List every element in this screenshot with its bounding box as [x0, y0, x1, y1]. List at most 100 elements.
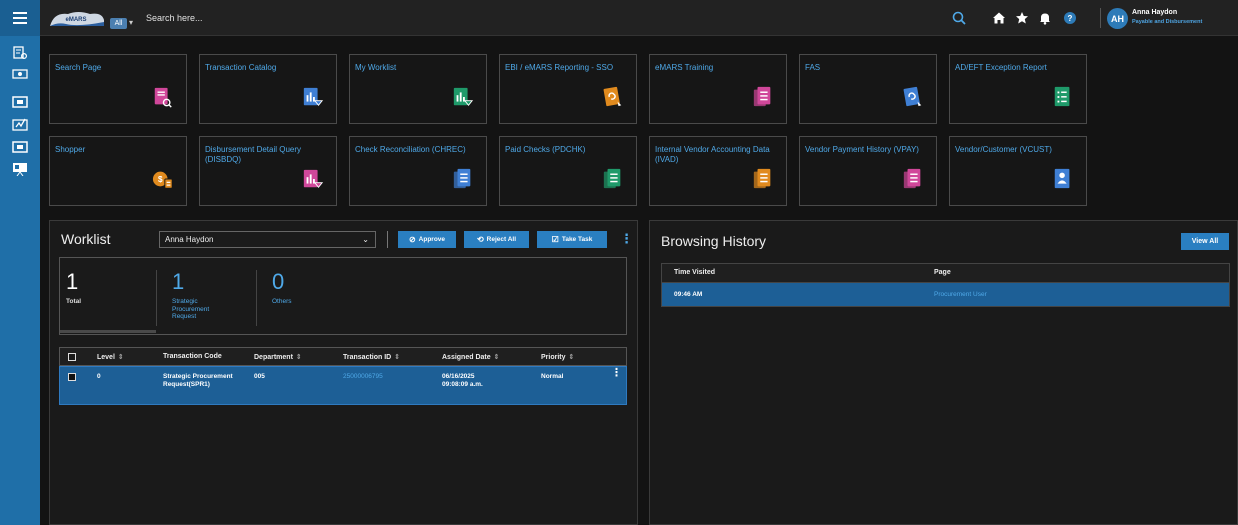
approve-button[interactable]: ⊘ Approve	[398, 231, 456, 248]
cell-time-visited: 09:46 AM	[674, 291, 703, 298]
favorites-star-icon[interactable]	[1015, 11, 1029, 25]
search-scope-dropdown[interactable]: All ▾	[110, 12, 142, 29]
tile-emars-training[interactable]: eMARS Training	[649, 54, 787, 124]
column-page: Page	[934, 269, 951, 276]
column-transaction-code[interactable]: Transaction Code	[163, 353, 222, 360]
table-row[interactable]: 09:46 AM Procurement User	[662, 283, 1229, 306]
signature-icon[interactable]	[12, 117, 28, 131]
document-search-icon[interactable]	[12, 46, 28, 60]
tile-label: EBI / eMARS Reporting - SSO	[505, 63, 614, 72]
tile-ad-eft-exception-report[interactable]: AD/EFT Exception Report	[949, 54, 1087, 124]
tile-fas[interactable]: FAS	[799, 54, 937, 124]
stat-total[interactable]: 1 Total	[60, 258, 156, 334]
tile-label: Vendor Payment History (VPAY)	[805, 145, 919, 154]
assigned-date-value: 06/16/2025	[442, 373, 475, 380]
sort-icon: ⇕	[493, 354, 500, 361]
tile-search-page[interactable]: Search Page	[49, 54, 187, 124]
table-row[interactable]: 0 Strategic Procurement Request(SPR1) 00…	[59, 366, 627, 405]
tile-label: Disbursement Detail Query (DISBDQ)	[205, 145, 302, 164]
view-all-button[interactable]: View All	[1181, 233, 1229, 250]
tile-internal-vendor-accounting-data-ivad[interactable]: Internal Vendor Accounting Data (IVAD)	[649, 136, 787, 206]
help-icon[interactable]: ?	[1063, 11, 1077, 25]
stat-strategic-procurement[interactable]: 1 Strategic Procurement Request	[166, 258, 256, 334]
svg-text:?: ?	[1068, 14, 1073, 23]
check-circle-icon: ⊘	[408, 235, 416, 244]
tile-disbursement-detail-query-disbdq[interactable]: Disbursement Detail Query (DISBDQ)	[199, 136, 337, 206]
search-icon[interactable]	[952, 11, 966, 25]
user-name[interactable]: Anna Haydon	[1132, 9, 1177, 16]
document-chart-icon	[302, 85, 324, 109]
worklist-title: Worklist	[61, 231, 111, 247]
svg-text:$: $	[158, 175, 163, 184]
avatar[interactable]: AH	[1107, 8, 1128, 29]
sort-icon: ⇕	[117, 354, 124, 361]
tile-check-reconciliation-chrec[interactable]: Check Reconciliation (CHREC)	[349, 136, 487, 206]
tile-my-worklist[interactable]: My Worklist	[349, 54, 487, 124]
tile-label: FAS	[805, 63, 821, 72]
cell-page-link[interactable]: Procurement User	[934, 291, 987, 299]
take-task-button[interactable]: ☑ Take Task	[537, 231, 607, 248]
tile-vendor-customer-vcust[interactable]: Vendor/Customer (VCUST)	[949, 136, 1087, 206]
chevron-down-icon: ⌄	[362, 235, 369, 244]
toolbar-divider	[387, 231, 388, 248]
reject-all-label: Reject All	[486, 236, 517, 243]
tile-transaction-catalog[interactable]: Transaction Catalog	[199, 54, 337, 124]
column-time-visited: Time Visited	[674, 269, 715, 276]
document-link-icon	[602, 85, 624, 109]
row-more-options-icon[interactable]: ⋮	[611, 368, 622, 378]
sort-icon: ⇕	[295, 354, 302, 361]
row-checkbox[interactable]	[68, 373, 76, 381]
tile-shopper[interactable]: Shopper $	[49, 136, 187, 206]
table-header: Time Visited Page	[662, 264, 1229, 283]
main-area: eMARS All▾ ? AH Anna Haydon Payable and …	[40, 0, 1238, 525]
document-list-icon	[1052, 85, 1074, 109]
presentation-icon[interactable]	[12, 162, 28, 177]
tile-label: Search Page	[55, 63, 102, 72]
money-icon[interactable]	[12, 140, 28, 154]
money-icon[interactable]	[12, 95, 28, 109]
stat-others[interactable]: 0 Others	[266, 258, 356, 334]
select-all-checkbox[interactable]	[68, 353, 76, 361]
reject-all-button[interactable]: ⟲ Reject All	[464, 231, 529, 248]
tile-label: Shopper	[55, 145, 86, 154]
cell-priority: Normal	[541, 373, 564, 380]
documents-icon	[902, 167, 924, 191]
browsing-history-title: Browsing History	[661, 233, 767, 249]
menu-icon[interactable]	[0, 0, 40, 36]
more-options-icon[interactable]: ⋮	[620, 231, 633, 248]
coins-icon: $	[152, 167, 174, 191]
tile-label: Vendor/Customer (VCUST)	[955, 145, 1052, 154]
user-role[interactable]: Payable and Disbursement	[1132, 19, 1202, 25]
documents-icon	[602, 167, 624, 191]
tile-vendor-payment-history-vpay[interactable]: Vendor Payment History (VPAY)	[799, 136, 937, 206]
notifications-bell-icon[interactable]	[1038, 11, 1052, 25]
home-icon[interactable]	[992, 11, 1006, 25]
worklist-user-value: Anna Haydon	[165, 235, 214, 244]
tile-label: Paid Checks (PDCHK)	[505, 145, 586, 154]
column-transaction-id[interactable]: Transaction ID ⇕	[343, 353, 400, 361]
sort-icon: ⇕	[394, 354, 401, 361]
stat-others-label: Others	[272, 298, 292, 305]
cell-transaction-id-link[interactable]: 25000006795	[343, 373, 383, 381]
sort-icon: ⇕	[568, 354, 575, 361]
scope-label: All	[110, 18, 127, 29]
column-level[interactable]: Level ⇕	[97, 353, 124, 361]
document-link-icon	[902, 85, 924, 109]
documents-icon	[752, 167, 774, 191]
table-header: Level ⇕ Transaction Code Department ⇕ Tran…	[59, 347, 627, 366]
tile-ebi-emars-reporting-sso[interactable]: EBI / eMARS Reporting - SSO	[499, 54, 637, 124]
cell-assigned-date: 06/16/2025 09:08:09 a.m.	[442, 373, 483, 388]
column-assigned-date[interactable]: Assigned Date ⇕	[442, 353, 500, 361]
tile-paid-checks-pdchk[interactable]: Paid Checks (PDCHK)	[499, 136, 637, 206]
column-priority[interactable]: Priority ⇕	[541, 353, 574, 361]
worklist-user-select[interactable]: Anna Haydon ⌄	[159, 231, 376, 248]
column-department[interactable]: Department ⇕	[254, 353, 302, 361]
tile-label: Internal Vendor Accounting Data (IVAD)	[655, 145, 770, 164]
top-bar: eMARS All▾ ? AH Anna Haydon Payable and …	[40, 0, 1238, 36]
task-icon: ☑	[551, 235, 559, 244]
search-input[interactable]	[146, 10, 746, 26]
assigned-time-value: 09:08:09 a.m.	[442, 380, 483, 388]
emars-logo[interactable]: eMARS	[48, 8, 106, 30]
card-icon[interactable]	[12, 67, 28, 81]
stat-total-count: 1	[66, 269, 79, 294]
